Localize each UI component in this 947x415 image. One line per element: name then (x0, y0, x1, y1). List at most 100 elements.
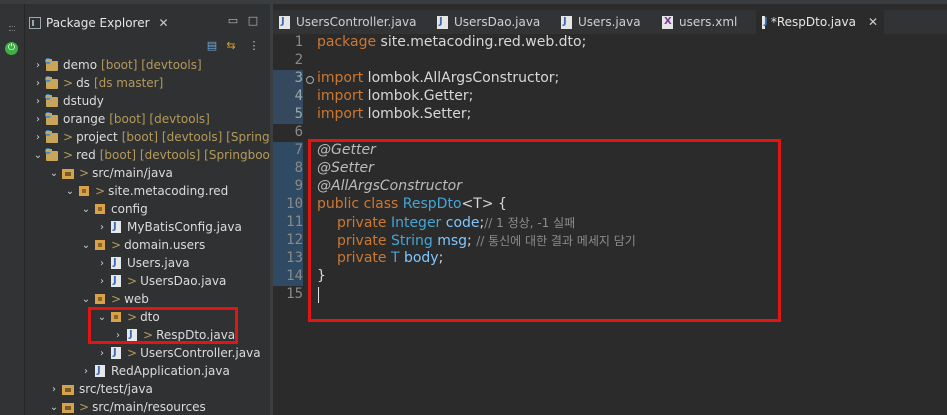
project-icon (45, 112, 59, 126)
chevron-right-icon[interactable]: › (33, 96, 43, 107)
modified-marker: > (63, 130, 74, 144)
package-icon (93, 292, 107, 306)
package-icon (93, 238, 107, 252)
tree-item[interactable]: › >UsersDao.java (97, 272, 226, 290)
tree-item[interactable]: › > ds [ds master] (33, 74, 163, 92)
line-number: 11 (273, 214, 303, 232)
close-icon[interactable]: ✕ (159, 16, 169, 30)
tree-item[interactable]: › dstudy (33, 92, 104, 110)
project-icon (45, 94, 59, 108)
tree-item-label: web (124, 292, 149, 306)
tree-item[interactable]: › RedApplication.java (81, 362, 230, 380)
chevron-right-icon[interactable]: › (97, 222, 107, 233)
minimize-icon[interactable]: ▭ (227, 15, 239, 27)
chevron-right-icon[interactable]: › (97, 276, 107, 287)
tree-item[interactable]: ⌄ > domain.users (81, 236, 205, 254)
package-explorer-toolbar: ▤ ⇆ ⋮ (25, 36, 270, 58)
chevron-right-icon[interactable]: › (33, 114, 43, 125)
tree-item[interactable]: ⌄ > red [boot] [devtools] [Springboot-M (33, 146, 289, 164)
chevron-right-icon[interactable]: › (97, 348, 107, 359)
tree-item[interactable]: › orange [boot] [devtools] (33, 110, 210, 128)
close-icon[interactable]: ✕ (868, 15, 878, 29)
editor-tab[interactable]: users.xml (656, 10, 754, 34)
line-number: 6 (294, 124, 303, 140)
keyword: import (317, 70, 364, 86)
line-number: 5 (273, 106, 303, 124)
run-server-icon[interactable]: ⏻ (5, 42, 18, 55)
chevron-down-icon[interactable]: ⌄ (81, 294, 91, 305)
drag-handle[interactable] (9, 26, 15, 31)
view-menu-icon[interactable]: ⋮ (247, 39, 261, 53)
tree-item[interactable]: ⌄ > site.metacoding.red (65, 182, 228, 200)
editor-tab-label: Users.java (578, 15, 641, 29)
chevron-right-icon[interactable]: › (97, 258, 107, 269)
package-explorer-icon (29, 16, 41, 29)
tree-item[interactable]: ⌄ > src/main/resources (49, 398, 206, 415)
java-file-icon (93, 364, 107, 378)
chevron-right-icon[interactable]: › (33, 132, 43, 143)
package-name: site.metacoding.red.web.dto; (376, 34, 587, 50)
tree-item[interactable]: › > project [boot] [devtools] [Springboo (33, 128, 292, 146)
chevron-down-icon[interactable]: ⌄ (65, 186, 75, 197)
chevron-down-icon[interactable]: ⌄ (49, 168, 59, 179)
editor-tab[interactable]: *RespDto.java ✕ (756, 10, 884, 34)
tree-item-label: UsersController.java (140, 346, 261, 360)
chevron-down-icon[interactable]: ⌄ (49, 402, 59, 413)
chevron-down-icon[interactable]: ⌄ (81, 240, 91, 251)
link-with-editor-icon[interactable]: ⇆ (224, 39, 238, 53)
code-line-1: package site.metacoding.red.web.dto; (317, 34, 586, 52)
keyword: import (317, 106, 364, 122)
chevron-down-icon[interactable]: ⌄ (33, 150, 43, 161)
package-icon (77, 184, 91, 198)
tree-item[interactable]: ⌄ config (81, 200, 148, 218)
eclipse-window: ⏻ Package Explorer ✕ ▭ □ ▤ ⇆ ⋮ › demo [boo… (0, 0, 947, 415)
editor-tab[interactable]: Users.java (555, 10, 654, 34)
source-folder-icon (61, 400, 75, 414)
editor-tab-label: users.xml (679, 15, 738, 29)
editor-tabs: UsersController.java UsersDao.java Users.j… (273, 10, 947, 34)
tree-item[interactable]: ⌄ > src/main/java (49, 164, 173, 182)
line-number: 4 (273, 88, 303, 106)
chevron-right-icon[interactable]: › (33, 78, 43, 89)
editor-tab[interactable]: UsersController.java (273, 10, 429, 34)
line-number: 7 (273, 142, 303, 160)
package-explorer-tab[interactable]: Package Explorer ✕ (29, 12, 169, 33)
project-icon (45, 76, 59, 90)
project-icon (45, 130, 59, 144)
left-side-strip: ⏻ (0, 4, 25, 415)
collapse-all-icon[interactable]: ▤ (205, 39, 219, 53)
chevron-right-icon[interactable]: › (81, 366, 91, 377)
tree-item-decoration: [boot] [devtools] (101, 58, 202, 72)
tree-item[interactable]: › >UsersController.java (97, 344, 261, 362)
java-file-icon (109, 256, 123, 270)
editor-tab-label: UsersDao.java (454, 15, 541, 29)
editor-tab[interactable]: UsersDao.java (431, 10, 553, 34)
tree-item[interactable]: › MyBatisConfig.java (97, 218, 242, 236)
chevron-right-icon[interactable]: › (49, 384, 59, 395)
package-explorer-header: Package Explorer ✕ ▭ □ (25, 12, 270, 33)
tree-item-label: RedApplication.java (111, 364, 230, 378)
tree-item[interactable]: › Users.java (97, 254, 190, 272)
tree-item[interactable]: › demo [boot] [devtools] (33, 56, 202, 74)
maximize-icon[interactable]: □ (247, 15, 259, 27)
line-number: 9 (273, 178, 303, 196)
modified-marker: > (95, 184, 106, 198)
line-number: 13 (273, 250, 303, 268)
chevron-right-icon[interactable]: › (33, 60, 43, 71)
tree-item[interactable]: ⌄ > web (81, 290, 149, 308)
fold-toggle-icon[interactable] (306, 76, 314, 84)
code-line-3: import lombok.AllArgsConstructor; (317, 70, 559, 88)
tree-item[interactable]: › src/test/java (49, 380, 153, 398)
line-number: 1 (294, 34, 303, 50)
tree-item-label: src/test/java (79, 382, 153, 396)
xml-file-icon (662, 15, 673, 29)
tree-item-label: src/main/java (92, 166, 173, 180)
modified-marker: > (127, 274, 138, 288)
java-file-icon (561, 15, 572, 29)
modified-marker: > (127, 346, 138, 360)
source-folder-icon (61, 166, 75, 180)
tree-item-label: orange (63, 112, 106, 126)
tree-item-label: site.metacoding.red (108, 184, 229, 198)
chevron-down-icon[interactable]: ⌄ (81, 204, 91, 215)
java-file-icon (279, 15, 290, 29)
